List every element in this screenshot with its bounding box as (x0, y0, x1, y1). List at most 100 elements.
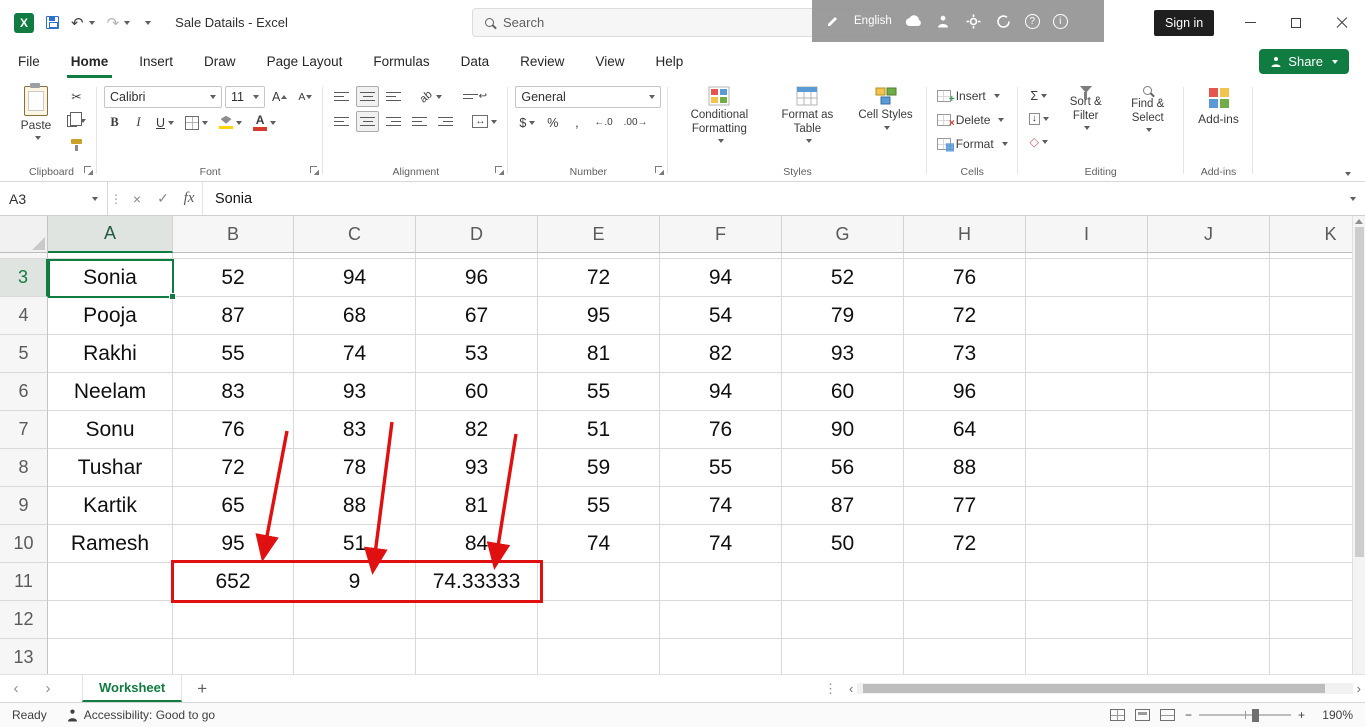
cell-E7[interactable]: 51 (538, 411, 660, 449)
cell-D3[interactable]: 96 (416, 259, 538, 297)
cell-I7[interactable] (1026, 411, 1148, 449)
zoom-in-button[interactable]: + (1298, 708, 1305, 722)
cell-G4[interactable]: 79 (782, 297, 904, 335)
cell-H9[interactable]: 77 (904, 487, 1026, 525)
cell-A8[interactable]: Tushar (48, 449, 173, 487)
enter-button[interactable]: ✓ (150, 182, 176, 215)
cell-E10[interactable]: 74 (538, 525, 660, 563)
column-header-F[interactable]: F (660, 216, 782, 253)
delete-cells-button[interactable]: × Delete (934, 108, 1008, 132)
cell-F7[interactable]: 76 (660, 411, 782, 449)
cell-J3[interactable] (1148, 259, 1270, 297)
cell-K13[interactable] (1270, 639, 1352, 674)
cell-J11[interactable] (1148, 563, 1270, 601)
alignment-dialog-launcher[interactable] (495, 166, 504, 175)
cell-J12[interactable] (1148, 601, 1270, 639)
minimize-button[interactable] (1227, 0, 1273, 45)
cell-A12[interactable] (48, 601, 173, 639)
cell-E9[interactable]: 55 (538, 487, 660, 525)
share-button[interactable]: Share (1259, 49, 1349, 74)
cell-E3[interactable]: 72 (538, 259, 660, 297)
autosum-button[interactable]: Σ (1025, 85, 1053, 106)
align-top-button[interactable] (330, 86, 353, 107)
column-header-D[interactable]: D (416, 216, 538, 253)
ribbon-tab-formulas[interactable]: Formulas (369, 45, 433, 78)
cut-button[interactable]: ✂ (63, 86, 90, 107)
italic-button[interactable]: I (128, 112, 149, 133)
ribbon-tab-help[interactable]: Help (651, 45, 687, 78)
cell-A11[interactable] (48, 563, 173, 601)
cell-G12[interactable] (782, 601, 904, 639)
cell-H11[interactable] (904, 563, 1026, 601)
cell-E13[interactable] (538, 639, 660, 674)
gear-icon[interactable] (965, 13, 982, 30)
cell-I3[interactable] (1026, 259, 1148, 297)
column-header-H[interactable]: H (904, 216, 1026, 253)
cell-D9[interactable]: 81 (416, 487, 538, 525)
person-icon[interactable] (935, 13, 952, 30)
orientation-button[interactable]: ab (416, 86, 445, 107)
formula-input[interactable]: Sonia (202, 182, 1337, 215)
row-header-5[interactable]: 5 (0, 335, 48, 373)
cell-F13[interactable] (660, 639, 782, 674)
increase-indent-button[interactable] (434, 111, 457, 132)
cell-B10[interactable]: 95 (173, 525, 294, 563)
page-layout-view-button[interactable] (1135, 709, 1150, 721)
cell-K6[interactable] (1270, 373, 1352, 411)
excel-logo-icon[interactable]: X (14, 13, 34, 33)
cell-C5[interactable]: 74 (294, 335, 416, 373)
paste-dropdown-icon[interactable] (35, 136, 41, 140)
cell-A5[interactable]: Rakhi (48, 335, 173, 373)
align-bottom-button[interactable] (382, 86, 405, 107)
sheet-tab-worksheet[interactable]: Worksheet (82, 675, 182, 702)
zoom-out-button[interactable]: − (1185, 708, 1192, 722)
align-right-button[interactable] (382, 111, 405, 132)
cell-G7[interactable]: 90 (782, 411, 904, 449)
cell-C13[interactable] (294, 639, 416, 674)
cell-G3[interactable]: 52 (782, 259, 904, 297)
cell-A9[interactable]: Kartik (48, 487, 173, 525)
cell-A7[interactable]: Sonu (48, 411, 173, 449)
cell-E6[interactable]: 55 (538, 373, 660, 411)
vertical-scroll-thumb[interactable] (1355, 227, 1364, 557)
collapse-ribbon-icon[interactable] (1345, 172, 1351, 176)
cell-K8[interactable] (1270, 449, 1352, 487)
horizontal-scrollbar[interactable]: ‹ › (845, 675, 1365, 702)
cell-D11[interactable]: 74.33333 (416, 563, 538, 601)
cell-J9[interactable] (1148, 487, 1270, 525)
cell-D4[interactable]: 67 (416, 297, 538, 335)
font-color-button[interactable]: A (249, 112, 280, 133)
cell-B9[interactable]: 65 (173, 487, 294, 525)
cell-F9[interactable]: 74 (660, 487, 782, 525)
format-cells-button[interactable]: ▦ Format (934, 132, 1011, 156)
cell-styles-button[interactable]: Cell Styles (851, 82, 919, 134)
cell-C3[interactable]: 94 (294, 259, 416, 297)
column-header-A[interactable]: A (48, 216, 173, 253)
cell-C10[interactable]: 51 (294, 525, 416, 563)
save-button[interactable] (46, 16, 59, 29)
percent-button[interactable]: % (542, 112, 563, 133)
cell-G11[interactable] (782, 563, 904, 601)
row-header-9[interactable]: 9 (0, 487, 48, 525)
align-middle-button[interactable] (356, 86, 379, 107)
format-as-table-button[interactable]: Format as Table (763, 82, 851, 147)
cell-E5[interactable]: 81 (538, 335, 660, 373)
bold-button[interactable]: B (104, 112, 125, 133)
cell-J6[interactable] (1148, 373, 1270, 411)
cell-H6[interactable]: 96 (904, 373, 1026, 411)
conditional-formatting-button[interactable]: Conditional Formatting (675, 82, 763, 147)
ribbon-tab-file[interactable]: File (14, 45, 44, 78)
find-select-button[interactable]: Find & Select (1119, 82, 1177, 136)
cell-B8[interactable]: 72 (173, 449, 294, 487)
number-dialog-launcher[interactable] (655, 166, 664, 175)
cell-I5[interactable] (1026, 335, 1148, 373)
cell-B12[interactable] (173, 601, 294, 639)
cell-F8[interactable]: 55 (660, 449, 782, 487)
cell-G9[interactable]: 87 (782, 487, 904, 525)
row-header-10[interactable]: 10 (0, 525, 48, 563)
cell-F11[interactable] (660, 563, 782, 601)
ribbon-tab-insert[interactable]: Insert (135, 45, 177, 78)
close-button[interactable] (1319, 0, 1365, 45)
vertical-scrollbar[interactable] (1352, 216, 1365, 674)
cell-C9[interactable]: 88 (294, 487, 416, 525)
